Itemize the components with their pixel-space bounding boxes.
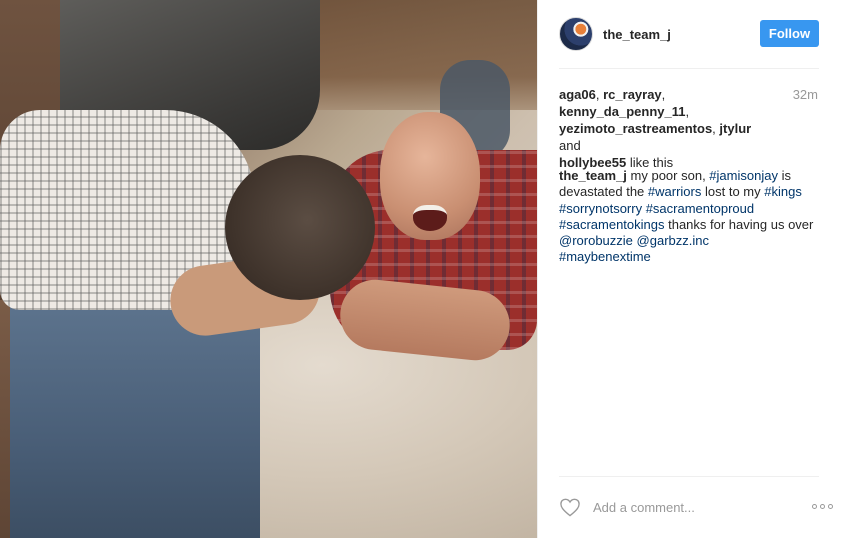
caption-hashtag[interactable]: #sorrynotsorry xyxy=(559,201,642,216)
more-options-icon[interactable] xyxy=(810,498,835,515)
caption-author[interactable]: the_team_j xyxy=(559,168,627,183)
post-side-panel: the_team_j Follow aga06, rc_rayray, kenny… xyxy=(537,0,842,538)
photo-man-mouth xyxy=(413,205,447,231)
post-timestamp[interactable]: 32m xyxy=(793,86,818,103)
comment-input[interactable] xyxy=(593,499,783,515)
caption-hashtag[interactable]: #sacramentoproud xyxy=(646,201,754,216)
instagram-post: the_team_j Follow aga06, rc_rayray, kenny… xyxy=(0,0,842,538)
header-divider xyxy=(559,68,819,69)
likes-and-word: and xyxy=(559,138,581,153)
liker-name[interactable]: kenny_da_penny_11 xyxy=(559,104,685,119)
caption-mention[interactable]: @garbzz.inc xyxy=(637,233,709,248)
dot-icon xyxy=(828,504,833,509)
caption-hashtag[interactable]: #maybenextime xyxy=(559,249,651,264)
post-caption: the_team_j my poor son, #jamisonjay is d… xyxy=(559,168,821,266)
caption-text: lost to my xyxy=(701,184,765,200)
footer-divider xyxy=(559,476,819,477)
liker-name[interactable]: jtylur xyxy=(719,121,751,136)
follow-button[interactable]: Follow xyxy=(760,20,819,47)
caption-hashtag[interactable]: #sacramentokings xyxy=(559,217,665,232)
likes-separator: , xyxy=(661,87,666,102)
caption-mention[interactable]: @rorobuzzie xyxy=(559,233,633,248)
caption-hashtag[interactable]: #kings xyxy=(764,184,802,199)
likes-separator: , xyxy=(685,104,690,119)
photo-boy-head xyxy=(225,155,375,300)
caption-hashtag[interactable]: #jamisonjay xyxy=(709,168,778,183)
likes-summary: aga06, rc_rayray, kenny_da_penny_11, yezim… xyxy=(559,86,771,171)
liker-name[interactable]: rc_rayray xyxy=(603,87,662,102)
dot-icon xyxy=(820,504,825,509)
post-photo[interactable] xyxy=(0,0,537,538)
post-header: the_team_j Follow xyxy=(538,0,842,68)
caption-hashtag[interactable]: #warriors xyxy=(648,184,701,199)
heart-icon[interactable] xyxy=(559,497,581,517)
comment-bar xyxy=(559,494,835,520)
liker-name[interactable]: aga06 xyxy=(559,87,596,102)
caption-text: my poor son, xyxy=(626,168,710,183)
profile-avatar[interactable] xyxy=(559,17,593,51)
liker-name[interactable]: yezimoto_rastreamentos xyxy=(559,121,712,136)
caption-text: thanks for having us over xyxy=(664,216,814,232)
dot-icon xyxy=(812,504,817,509)
